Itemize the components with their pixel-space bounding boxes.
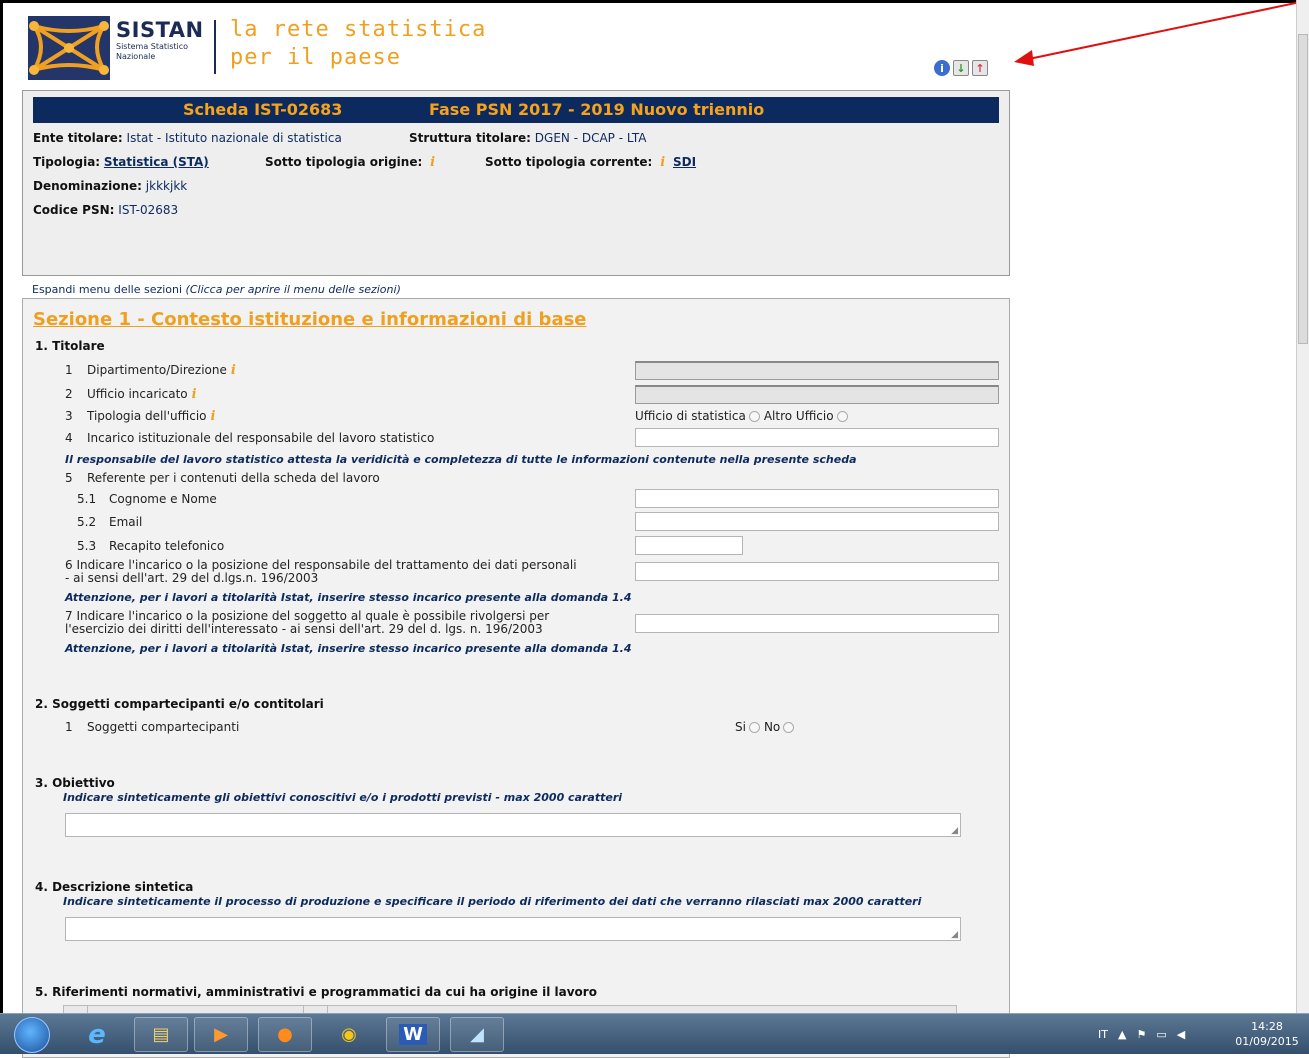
sotto-corrente-link[interactable]: SDI <box>673 155 696 169</box>
expand-hint: (Clicca per aprire il menu delle sezioni… <box>185 283 401 296</box>
si-radio[interactable] <box>748 722 760 733</box>
riferimenti-heading: 5. Riferimenti normativi, amministrativi… <box>35 985 597 999</box>
tipologia-ufficio-radio-group: Ufficio di statistica Altro Ufficio <box>635 409 852 423</box>
email-input[interactable] <box>635 512 999 531</box>
attenzione-note-1: Attenzione, per i lavori a titolarità Is… <box>65 591 632 604</box>
sotto-corrente-row: Sotto tipologia corrente: i SDI <box>485 155 697 170</box>
struttura-row: Struttura titolare: DGEN - DCAP - LTA <box>409 131 647 145</box>
chrome-icon[interactable]: ◉ <box>322 1017 376 1052</box>
ente-row: Ente titolare: Istat - Istituto nazional… <box>33 131 342 145</box>
question-1-2: 2 Ufficio incaricato i <box>65 387 197 402</box>
struttura-value: DGEN - DCAP - LTA <box>534 131 647 145</box>
vertical-scrollbar[interactable] <box>1296 0 1309 1013</box>
media-player-icon[interactable]: ▶ <box>194 1017 248 1052</box>
clock-date: 01/09/2015 <box>1235 1035 1299 1048</box>
cognome-nome-input[interactable] <box>635 489 999 508</box>
info-icon[interactable]: i <box>660 155 665 170</box>
scheda-id: Scheda IST-02683 <box>183 100 343 119</box>
resize-grip-icon[interactable]: ◢ <box>951 931 958 940</box>
header-icon-toolbar: i ↓ ↑ <box>934 60 988 76</box>
descrizione-heading: 4. Descrizione sintetica <box>35 880 194 894</box>
question-1-5: 5 Referente per i contenuti della scheda … <box>65 471 380 485</box>
sistan-logo-icon <box>28 16 110 80</box>
question-1-1: 1 Dipartimento/Direzione i <box>65 363 236 378</box>
logo-divider <box>214 20 216 74</box>
scrollbar-thumb[interactable] <box>1298 34 1308 344</box>
obiettivo-heading: 3. Obiettivo <box>35 776 115 790</box>
question-5-2: 5.2 Email <box>77 515 143 529</box>
windows-taskbar: e ▤ ▶ ● ◉ W ◢ IT ▲ ⚑ ▭ ◀ 14:28 01/09/201… <box>0 1013 1309 1054</box>
firefox-icon[interactable]: ● <box>258 1017 312 1052</box>
ufficio-incaricato-field <box>635 385 999 404</box>
info-icon[interactable]: i <box>231 363 236 378</box>
question-1-7: 7 Indicare l'incarico o la posizione del… <box>65 609 550 636</box>
file-explorer-icon[interactable]: ▤ <box>134 1017 188 1052</box>
info-icon[interactable]: i <box>211 409 216 424</box>
red-annotation-arrow <box>1014 0 1309 66</box>
tipologia-link[interactable]: Statistica (STA) <box>104 155 209 169</box>
scheda-info-panel: Scheda IST-02683 Fase PSN 2017 - 2019 Nu… <box>22 90 1010 276</box>
responsabile-note: Il responsabile del lavoro statistico at… <box>65 453 857 466</box>
clock[interactable]: 14:28 01/09/2015 <box>1228 1019 1306 1049</box>
info-icon[interactable]: i <box>430 155 435 170</box>
fase-label: Fase PSN 2017 - 2019 Nuovo triennio <box>429 100 765 119</box>
dipartimento-field <box>635 361 999 380</box>
attenzione-note-2: Attenzione, per i lavori a titolarità Is… <box>65 642 632 655</box>
ente-value: Istat - Istituto nazionale di statistica <box>126 131 342 145</box>
flag-icon[interactable]: ⚑ <box>1136 1028 1146 1041</box>
pdf-icon[interactable]: ↑ <box>972 60 988 76</box>
question-1-3: 3 Tipologia dell'ufficio i <box>65 409 216 424</box>
codice-value: IST-02683 <box>118 203 179 217</box>
codice-row: Codice PSN: IST-02683 <box>33 203 179 217</box>
question-5-3: 5.3 Recapito telefonico <box>77 539 225 553</box>
volume-icon[interactable]: ◀ <box>1177 1028 1185 1041</box>
responsabile-trattamento-input[interactable] <box>635 562 999 581</box>
download-icon[interactable]: ↓ <box>953 60 969 76</box>
start-button[interactable] <box>14 1017 50 1053</box>
soggetti-heading: 2. Soggetti compartecipanti e/o contitol… <box>35 697 324 711</box>
section-title[interactable]: Sezione 1 - Contesto istituzione e infor… <box>33 309 587 330</box>
descrizione-note: Indicare sinteticamente il processo di p… <box>63 895 922 908</box>
tagline: la rete statistica per il paese <box>230 17 487 70</box>
section-1: Sezione 1 - Contesto istituzione e infor… <box>22 298 1010 1058</box>
question-2-1: 1 Soggetti compartecipanti <box>65 720 240 734</box>
denominazione-value: jkkkjkk <box>145 179 188 193</box>
window-left-border <box>0 0 3 1054</box>
tray-expand-icon[interactable]: ▲ <box>1118 1028 1126 1041</box>
app-window-icon[interactable]: ◢ <box>450 1017 504 1052</box>
tipologia-row: Tipologia: Statistica (STA) <box>33 155 209 169</box>
soggetti-radio-group: Si No <box>735 720 798 734</box>
system-tray: IT ▲ ⚑ ▭ ◀ <box>1098 1014 1185 1055</box>
obiettivo-textarea[interactable]: ◢ <box>65 813 961 837</box>
internet-explorer-icon[interactable]: e <box>70 1017 124 1052</box>
network-icon[interactable]: ▭ <box>1156 1028 1166 1041</box>
logo-name: SISTAN <box>116 18 204 42</box>
word-icon[interactable]: W <box>386 1017 440 1052</box>
language-indicator[interactable]: IT <box>1098 1028 1108 1041</box>
ufficio-statistica-radio[interactable] <box>748 411 760 422</box>
incarico-responsabile-input[interactable] <box>635 428 999 447</box>
titolare-heading: 1. Titolare <box>35 339 105 353</box>
no-radio[interactable] <box>783 722 795 733</box>
altro-ufficio-radio[interactable] <box>836 411 848 422</box>
diritti-interessato-input[interactable] <box>635 614 999 633</box>
resize-grip-icon[interactable]: ◢ <box>951 827 958 836</box>
question-5-1: 5.1 Cognome e Nome <box>77 492 217 506</box>
recapito-telefonico-input[interactable] <box>635 536 743 555</box>
logo-subtitle: Sistema Statistico Nazionale <box>116 42 189 61</box>
info-icon[interactable]: i <box>934 60 950 76</box>
sotto-origine-row: Sotto tipologia origine: i <box>265 155 436 170</box>
denominazione-row: Denominazione: jkkkjkk <box>33 179 188 193</box>
expand-sections-link[interactable]: Espandi menu delle sezioni (Clicca per a… <box>32 283 401 296</box>
info-icon[interactable]: i <box>192 387 197 402</box>
question-1-6: 6 Indicare l'incarico o la posizione del… <box>65 558 577 585</box>
clock-time: 14:28 <box>1251 1020 1283 1033</box>
panel-title-bar: Scheda IST-02683 Fase PSN 2017 - 2019 Nu… <box>33 97 999 123</box>
obiettivo-note: Indicare sinteticamente gli obiettivi co… <box>63 791 623 804</box>
question-1-4: 4 Incarico istituzionale del responsabile… <box>65 431 435 445</box>
site-header: SISTAN Sistema Statistico Nazionale la r… <box>22 10 1022 90</box>
descrizione-textarea[interactable]: ◢ <box>65 917 961 941</box>
